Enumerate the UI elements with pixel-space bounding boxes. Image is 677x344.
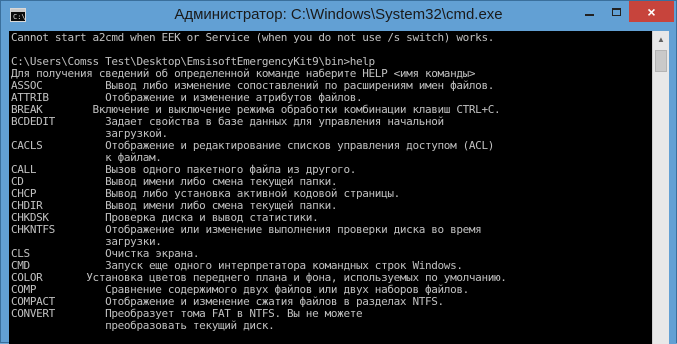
minimize-icon — [585, 13, 594, 16]
console-output[interactable]: Cannot start a2cmd when EEK or Service (… — [9, 31, 652, 344]
window-title: Администратор: C:\Windows\System32\cmd.e… — [174, 6, 503, 23]
scroll-up-arrow-icon[interactable]: ▲ — [653, 31, 669, 48]
console-line: Cannot start a2cmd when EEK or Service (… — [11, 31, 494, 44]
window-frame-right — [669, 31, 676, 344]
scrollbar-thumb[interactable] — [655, 50, 667, 72]
close-icon: × — [647, 3, 656, 20]
console-line: преобразовать текущий диск. — [11, 319, 275, 332]
vertical-scrollbar[interactable]: ▲ — [652, 31, 669, 344]
maximize-icon — [611, 7, 621, 16]
console-lines: Cannot start a2cmd when EEK or Service (… — [11, 32, 507, 332]
title-bar[interactable]: C:\ Администратор: C:\Windows\System32\c… — [1, 1, 676, 31]
maximize-button[interactable] — [603, 1, 629, 22]
cmd-window: C:\ Администратор: C:\Windows\System32\c… — [0, 0, 677, 344]
close-button[interactable]: × — [629, 1, 674, 22]
minimize-button[interactable] — [576, 1, 603, 22]
